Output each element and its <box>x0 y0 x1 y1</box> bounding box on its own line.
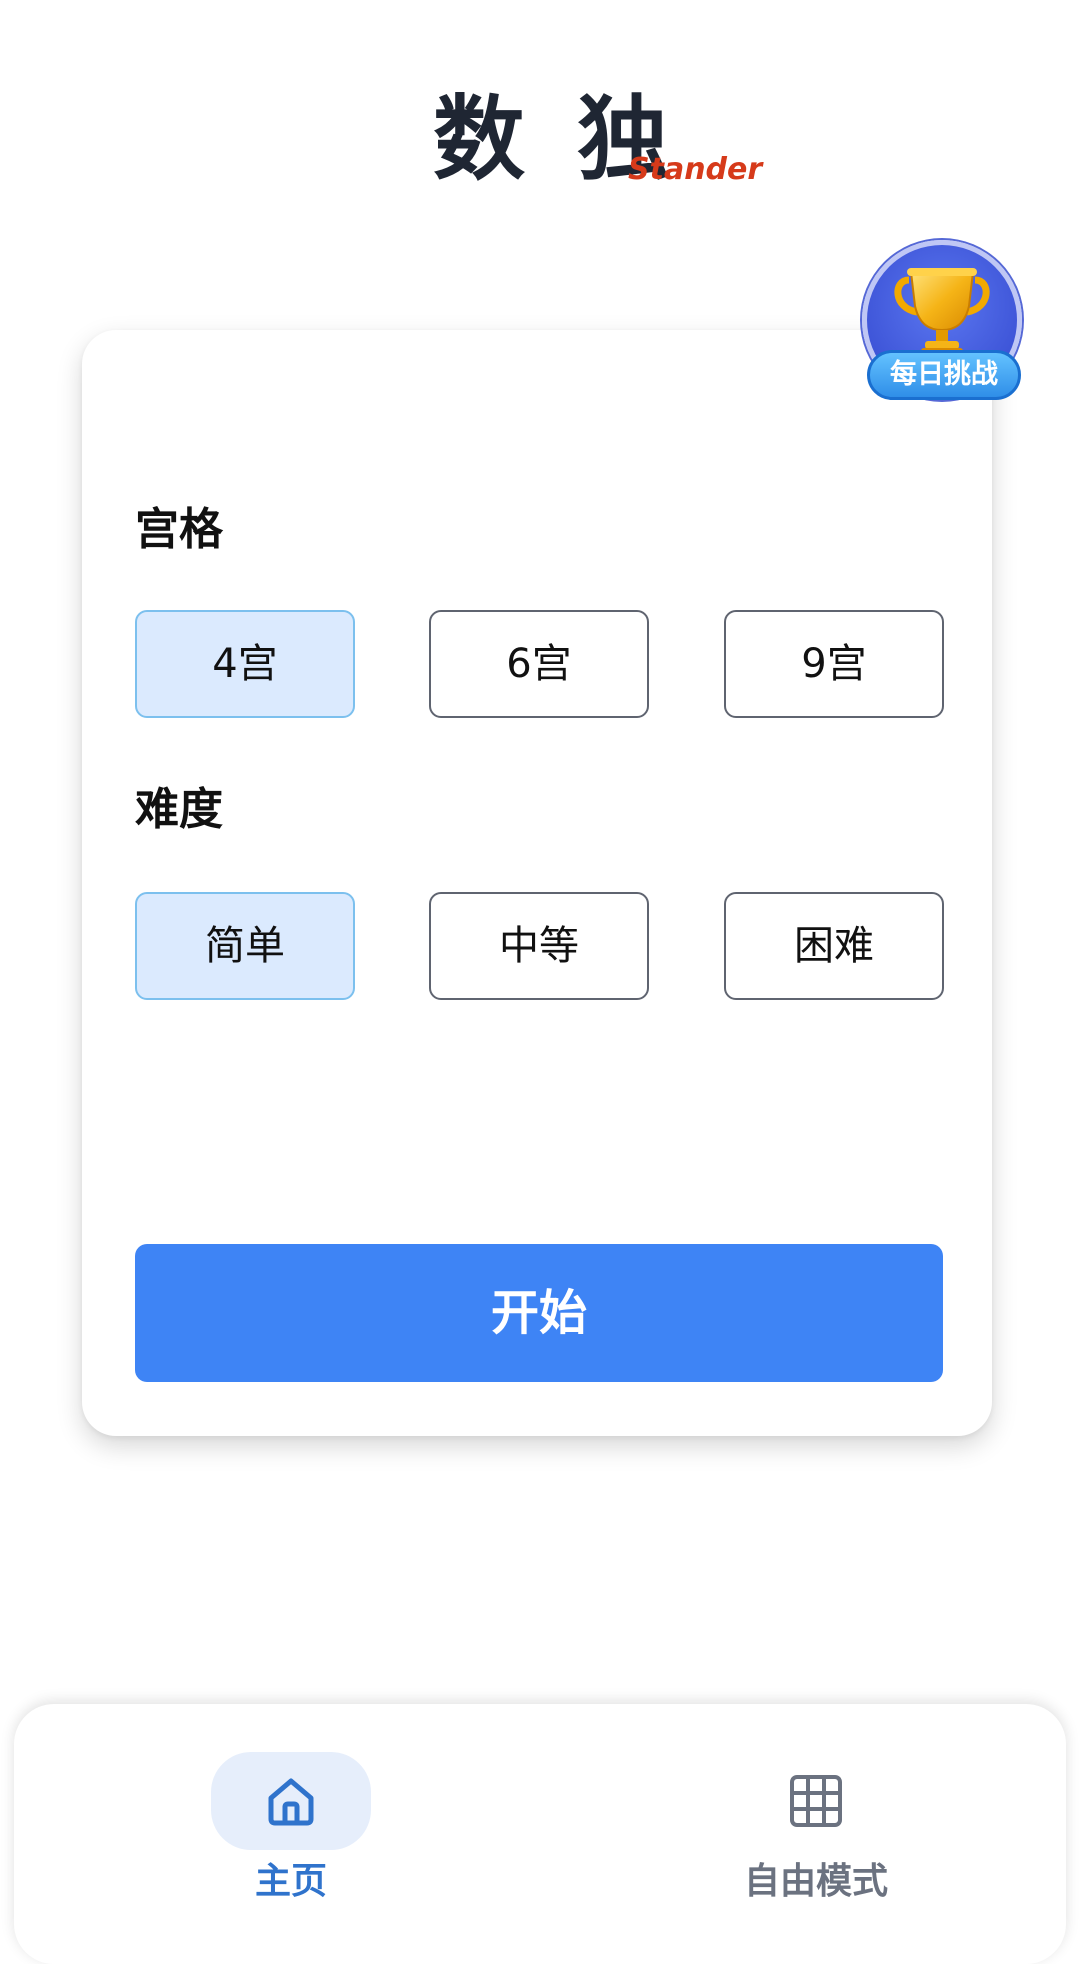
nav-free-mode-icon-wrap <box>736 1752 896 1850</box>
difficulty-label: 难度 <box>135 784 223 835</box>
title-subtitle: Stander <box>628 152 763 187</box>
grid-option-4[interactable]: 4宫 <box>135 610 355 718</box>
nav-label-free-mode: 自由模式 <box>743 1861 888 1902</box>
grid-icon <box>790 1775 842 1827</box>
nav-item-free-mode[interactable]: 自由模式 <box>666 1704 966 1920</box>
grid-size-label: 宫格 <box>135 504 223 555</box>
difficulty-option-easy[interactable]: 简单 <box>135 892 355 1000</box>
grid-option-9[interactable]: 9宫 <box>724 610 944 718</box>
nav-item-home[interactable]: 主页 <box>141 1704 441 1920</box>
difficulty-option-medium[interactable]: 中等 <box>429 892 649 1000</box>
nav-label-home: 主页 <box>254 1861 327 1902</box>
home-icon <box>268 1778 314 1826</box>
app-title: 数 独 Stander <box>0 90 1080 200</box>
bottom-nav: 主页 自由模式 <box>14 1704 1066 1964</box>
nav-home-icon-wrap <box>211 1752 371 1850</box>
difficulty-option-hard[interactable]: 困难 <box>724 892 944 1000</box>
daily-challenge-label: 每日挑战 <box>867 350 1021 400</box>
daily-challenge-button[interactable]: 每日挑战 <box>862 240 1022 408</box>
start-button[interactable]: 开始 <box>135 1244 943 1382</box>
grid-option-6[interactable]: 6宫 <box>429 610 649 718</box>
